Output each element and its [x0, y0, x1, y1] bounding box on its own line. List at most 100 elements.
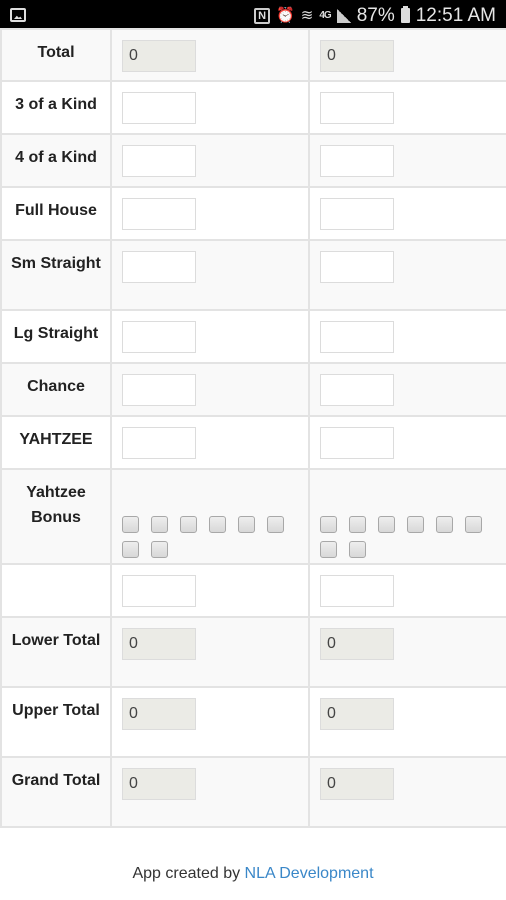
score-input-player-1[interactable]	[122, 251, 196, 283]
score-row: Grand Total 0 0	[0, 756, 506, 828]
score-row: Lg Straight	[0, 309, 506, 364]
gallery-notification-icon	[10, 8, 26, 22]
yahtzee-bonus-checkbox[interactable]	[151, 541, 168, 558]
player-2-cell	[308, 362, 506, 417]
score-row: Full House	[0, 186, 506, 241]
row-label: Sm Straight	[0, 239, 112, 311]
score-input-player-2[interactable]	[320, 145, 394, 177]
player-2-cell	[308, 186, 506, 241]
score-input-player-2[interactable]	[320, 251, 394, 283]
score-input-player-2[interactable]	[320, 374, 394, 406]
player-2-cell: 0	[308, 616, 506, 688]
row-label: Lg Straight	[0, 309, 112, 364]
total-field-player-2: 0	[320, 768, 394, 800]
score-input-player-1[interactable]	[122, 374, 196, 406]
yahtzee-bonus-checkbox[interactable]	[320, 516, 337, 533]
player-1-cell	[110, 80, 310, 135]
player-1-cell	[110, 133, 310, 188]
player-2-cell	[308, 133, 506, 188]
player-1-cell	[110, 186, 310, 241]
score-input-player-1[interactable]	[122, 92, 196, 124]
yahtzee-bonus-checkboxes	[320, 516, 495, 558]
row-label: 4 of a Kind	[0, 133, 112, 188]
player-1-cell	[110, 415, 310, 470]
player-2-cell	[308, 309, 506, 364]
yahtzee-bonus-checkbox[interactable]	[238, 516, 255, 533]
row-label: Grand Total	[0, 756, 112, 828]
battery-percent: 87%	[356, 4, 395, 26]
player-2-cell	[308, 468, 506, 565]
row-label: 3 of a Kind	[0, 80, 112, 135]
score-row: YAHTZEE	[0, 415, 506, 470]
player-1-cell	[110, 309, 310, 364]
player-1-cell	[110, 239, 310, 311]
yahtzee-bonus-checkbox[interactable]	[436, 516, 453, 533]
yahtzee-bonus-checkbox[interactable]	[320, 541, 337, 558]
player-2-cell: 0	[308, 686, 506, 758]
status-bar: N ⏰ ≋ 4G 87% 12:51 AM	[0, 0, 506, 31]
yahtzee-bonus-checkbox[interactable]	[122, 516, 139, 533]
yahtzee-bonus-checkboxes	[122, 516, 297, 558]
row-label: Total	[0, 28, 112, 82]
row-label: Upper Total	[0, 686, 112, 758]
score-input-player-1[interactable]	[122, 145, 196, 177]
yahtzee-bonus-checkbox[interactable]	[209, 516, 226, 533]
yahtzee-bonus-checkbox[interactable]	[378, 516, 395, 533]
score-table: Total 0 0 3 of a Kind 4 of a Kind Full House S…	[0, 28, 506, 828]
row-label: Full House	[0, 186, 112, 241]
score-row	[0, 563, 506, 618]
score-row: 3 of a Kind	[0, 80, 506, 135]
yahtzee-bonus-checkbox[interactable]	[122, 541, 139, 558]
score-input-player-1[interactable]	[122, 198, 196, 230]
yahtzee-bonus-checkbox[interactable]	[349, 541, 366, 558]
score-input-player-1[interactable]	[122, 321, 196, 353]
score-input-player-2[interactable]	[320, 575, 394, 607]
row-label: Lower Total	[0, 616, 112, 688]
player-2-cell: 0	[308, 28, 506, 82]
player-1-cell: 0	[110, 686, 310, 758]
score-input-player-2[interactable]	[320, 92, 394, 124]
score-input-player-2[interactable]	[320, 198, 394, 230]
score-row: Lower Total 0 0	[0, 616, 506, 688]
player-1-cell	[110, 362, 310, 417]
score-row: Total 0 0	[0, 28, 506, 82]
score-row: Sm Straight	[0, 239, 506, 311]
yahtzee-bonus-checkbox[interactable]	[151, 516, 168, 533]
score-row: 4 of a Kind	[0, 133, 506, 188]
row-label: YAHTZEE	[0, 415, 112, 470]
player-1-cell: 0	[110, 28, 310, 82]
yahtzee-bonus-checkbox[interactable]	[407, 516, 424, 533]
score-input-player-1[interactable]	[122, 575, 196, 607]
total-field-player-1: 0	[122, 698, 196, 730]
player-1-cell	[110, 563, 310, 618]
score-row: Chance	[0, 362, 506, 417]
signal-icon	[336, 8, 351, 23]
network-type-icon: 4G	[319, 9, 331, 21]
player-2-cell	[308, 80, 506, 135]
yahtzee-bonus-checkbox[interactable]	[180, 516, 197, 533]
battery-icon	[400, 6, 410, 23]
player-1-cell	[110, 468, 310, 565]
score-input-player-2[interactable]	[320, 427, 394, 459]
wifi-icon: ≋	[300, 7, 314, 24]
yahtzee-bonus-checkbox[interactable]	[349, 516, 366, 533]
score-row: Upper Total 0 0	[0, 686, 506, 758]
footer-credit-text: App created by	[132, 865, 245, 882]
total-field-player-1: 0	[122, 40, 196, 72]
player-1-cell: 0	[110, 756, 310, 828]
player-2-cell: 0	[308, 756, 506, 828]
score-input-player-1[interactable]	[122, 427, 196, 459]
total-field-player-1: 0	[122, 628, 196, 660]
score-row: Yahtzee Bonus	[0, 468, 506, 565]
row-label: Chance	[0, 362, 112, 417]
score-input-player-2[interactable]	[320, 321, 394, 353]
total-field-player-2: 0	[320, 698, 394, 730]
player-1-cell: 0	[110, 616, 310, 688]
developer-link[interactable]: NLA Development	[245, 865, 374, 882]
yahtzee-bonus-checkbox[interactable]	[267, 516, 284, 533]
clock: 12:51 AM	[415, 4, 496, 26]
yahtzee-bonus-checkbox[interactable]	[465, 516, 482, 533]
total-field-player-1: 0	[122, 768, 196, 800]
player-2-cell	[308, 563, 506, 618]
player-2-cell	[308, 415, 506, 470]
